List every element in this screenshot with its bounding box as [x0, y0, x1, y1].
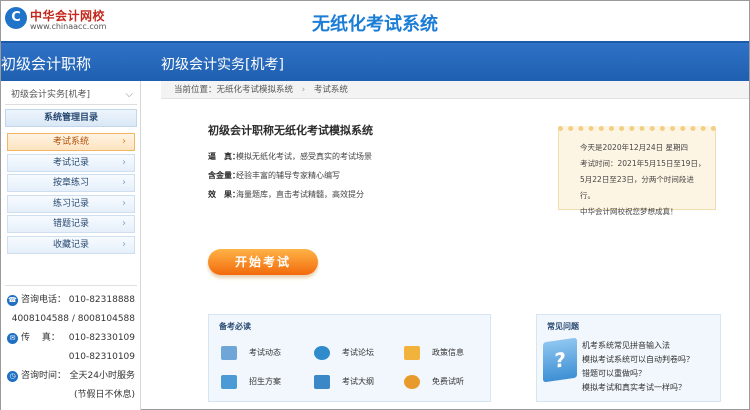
fax-icon: ✉ — [7, 333, 18, 344]
phone-number: 010-82318888 — [68, 295, 135, 305]
sidebar-item-label: 考试记录 — [52, 157, 89, 168]
faq-item[interactable]: 模拟考试系统可以自动判卷吗？ — [582, 353, 720, 367]
faq-item[interactable]: 错题可以重做吗？ — [582, 367, 720, 381]
sidebar-menu: 考试系统 › 考试记录 › 按章练习 › 练习记录 › 错题记录 › 收藏记录 … — [7, 133, 135, 256]
contact-fax-row: ✉ 传 真： 010-82330109 — [5, 329, 139, 348]
contact-hours-row: ◷ 咨询时间： 全天24小时服务 — [5, 367, 139, 386]
breadcrumb: 当前位置：无纸化考试模拟系统 › 考试系统 — [161, 81, 749, 99]
feature-text: 经验丰富的辅导专家精心编写 — [236, 171, 340, 180]
quick-link-exam-news[interactable]: 考试动态 — [221, 345, 281, 361]
feature-text: 模拟无纸化考试，感受真实的考试场景 — [236, 152, 372, 161]
feature-key: 含金量： — [208, 171, 240, 180]
start-exam-button[interactable]: 开始考试 — [208, 249, 318, 275]
menu-title: 系统管理目录 — [5, 109, 137, 127]
contact-hours-row-2: (节假日不休息) — [5, 386, 139, 405]
chevron-right-icon: › — [301, 85, 306, 95]
forum-icon — [314, 345, 330, 360]
sidebar-item-practice-records[interactable]: 练习记录 › — [7, 194, 135, 213]
chevron-right-icon: › — [122, 197, 126, 209]
sidebar-item-exam-records[interactable]: 考试记录 › — [7, 153, 135, 172]
clock-icon: ◷ — [7, 371, 18, 382]
top-header: C 中华会计网校 www.chinaacc.com 无纸化考试系统 — [1, 1, 749, 41]
contact-phone-row-2: 4008104588 / 8008104588 — [5, 310, 139, 329]
phone-label: 咨询电话： — [21, 295, 67, 305]
exam-level-title: 初级会计职称 — [1, 55, 92, 73]
quick-link-audition[interactable]: 免费试听 — [404, 374, 464, 390]
breadcrumb-current: 考试系统 — [313, 85, 348, 95]
faq-item[interactable]: 机考系统常见拼音输入法 — [582, 339, 720, 353]
feature-item: 效 果：海量题库，直击考试精髓，高效提分 — [208, 189, 508, 208]
quick-links-panel: 备考必读 考试动态 考试论坛 政策信息 招生方案 考试大纲 免费试听 — [208, 314, 491, 402]
question-icon: ? — [543, 337, 577, 383]
feature-text: 海量题库，直击考试精髓，高效提分 — [236, 190, 364, 199]
phone-number-alt: 4008104588 / 8008104588 — [11, 314, 135, 324]
hours-note: (节假日不休息) — [73, 390, 135, 400]
contact-info: ☎ 咨询电话： 010-82318888 4008104588 / 800810… — [5, 291, 139, 405]
quick-link-label: 考试论坛 — [342, 348, 374, 357]
title-band: 初级会计职称 初级会计实务[机考] — [1, 41, 749, 81]
contact-phone-row: ☎ 咨询电话： 010-82318888 — [5, 291, 139, 310]
feature-item: 逼 真：模拟无纸化考试，感受真实的考试场景 — [208, 151, 508, 170]
feature-list: 逼 真：模拟无纸化考试，感受真实的考试场景 含金量：经验丰富的辅导专家精心编写 … — [208, 151, 508, 208]
contact-fax-row-2: 010-82310109 — [5, 348, 139, 367]
notice-exam-time-cont: 5月22日至23日，分两个时间段进行。 — [580, 175, 694, 200]
quick-link-policy[interactable]: 政策信息 — [404, 345, 464, 361]
feature-key: 效 果： — [208, 190, 240, 199]
quick-links-title: 备考必读 — [219, 322, 251, 331]
quick-link-forum[interactable]: 考试论坛 — [314, 345, 374, 361]
audition-icon — [404, 374, 420, 389]
quick-link-syllabus[interactable]: 考试大纲 — [314, 374, 374, 390]
notice-wish: 中华会计网校祝您梦想成真！ — [580, 207, 678, 216]
subject-select-value: 初级会计实务[机考] — [11, 90, 91, 100]
syllabus-icon — [314, 374, 330, 389]
faq-item[interactable]: 模拟考试和真实考试一样吗？ — [582, 381, 720, 395]
quick-link-enroll[interactable]: 招生方案 — [221, 374, 281, 390]
chevron-right-icon: › — [122, 136, 126, 147]
quick-link-label: 政策信息 — [432, 348, 464, 357]
sidebar-item-favorites[interactable]: 收藏记录 › — [7, 235, 135, 254]
sidebar-item-label: 按章练习 — [52, 178, 89, 188]
quick-link-label: 考试大纲 — [342, 377, 374, 386]
feature-item: 含金量：经验丰富的辅导专家精心编写 — [208, 170, 508, 189]
fax-label: 传 真： — [21, 333, 60, 343]
notice-date: 今天是2020年12月24日 星期四 — [580, 143, 689, 152]
quick-link-label: 考试动态 — [249, 348, 281, 357]
sidebar-item-label: 练习记录 — [52, 198, 89, 209]
sidebar: 初级会计实务[机考] ⌵ 系统管理目录 考试系统 › 考试记录 › 按章练习 ›… — [1, 81, 141, 410]
system-title: 无纸化考试系统 — [312, 14, 438, 35]
fax-number: 010-82330109 — [68, 333, 135, 343]
sidebar-item-exam-system[interactable]: 考试系统 › — [7, 133, 135, 151]
notice-card: 今天是2020年12月24日 星期四 考试时间：2021年5月15日至19日， … — [558, 126, 716, 216]
intro-title: 初级会计职称无纸化考试模拟系统 — [208, 124, 373, 137]
sidebar-item-wrong-answers[interactable]: 错题记录 › — [7, 215, 135, 233]
faq-list: 机考系统常见拼音输入法 模拟考试系统可以自动判卷吗？ 错题可以重做吗？ 模拟考试… — [582, 339, 720, 395]
sidebar-item-label: 错题记录 — [52, 219, 89, 229]
fax-number-alt: 010-82310109 — [68, 352, 135, 362]
course-title: 初级会计实务[机考] — [161, 57, 284, 73]
phone-icon: ☎ — [7, 295, 18, 306]
quick-link-label: 招生方案 — [249, 377, 281, 386]
sidebar-item-label: 考试系统 — [52, 137, 89, 147]
news-icon — [221, 345, 237, 360]
chevron-right-icon: › — [122, 218, 126, 229]
feature-key: 逼 真： — [208, 152, 240, 161]
chevron-right-icon: › — [122, 238, 126, 250]
quick-link-label: 免费试听 — [432, 377, 464, 386]
faq-panel: 常见问题 ? 机考系统常见拼音输入法 模拟考试系统可以自动判卷吗？ 错题可以重做… — [536, 314, 721, 402]
subject-select[interactable]: 初级会计实务[机考] ⌵ — [5, 85, 137, 105]
chevron-right-icon: › — [122, 156, 126, 168]
sidebar-item-chapter-practice[interactable]: 按章练习 › — [7, 174, 135, 192]
chevron-right-icon: › — [122, 177, 126, 188]
faq-title: 常见问题 — [547, 322, 579, 331]
chevron-down-icon: ⌵ — [125, 89, 133, 100]
hours-value: 全天24小时服务 — [69, 371, 135, 381]
enroll-icon — [221, 374, 237, 389]
sidebar-item-label: 收藏记录 — [52, 239, 89, 250]
divider — [5, 285, 137, 286]
breadcrumb-prefix[interactable]: 当前位置：无纸化考试模拟系统 — [174, 85, 293, 95]
notice-exam-time: 考试时间：2021年5月15日至19日， — [580, 159, 706, 168]
hours-label: 咨询时间： — [21, 371, 67, 381]
policy-icon — [404, 345, 420, 360]
